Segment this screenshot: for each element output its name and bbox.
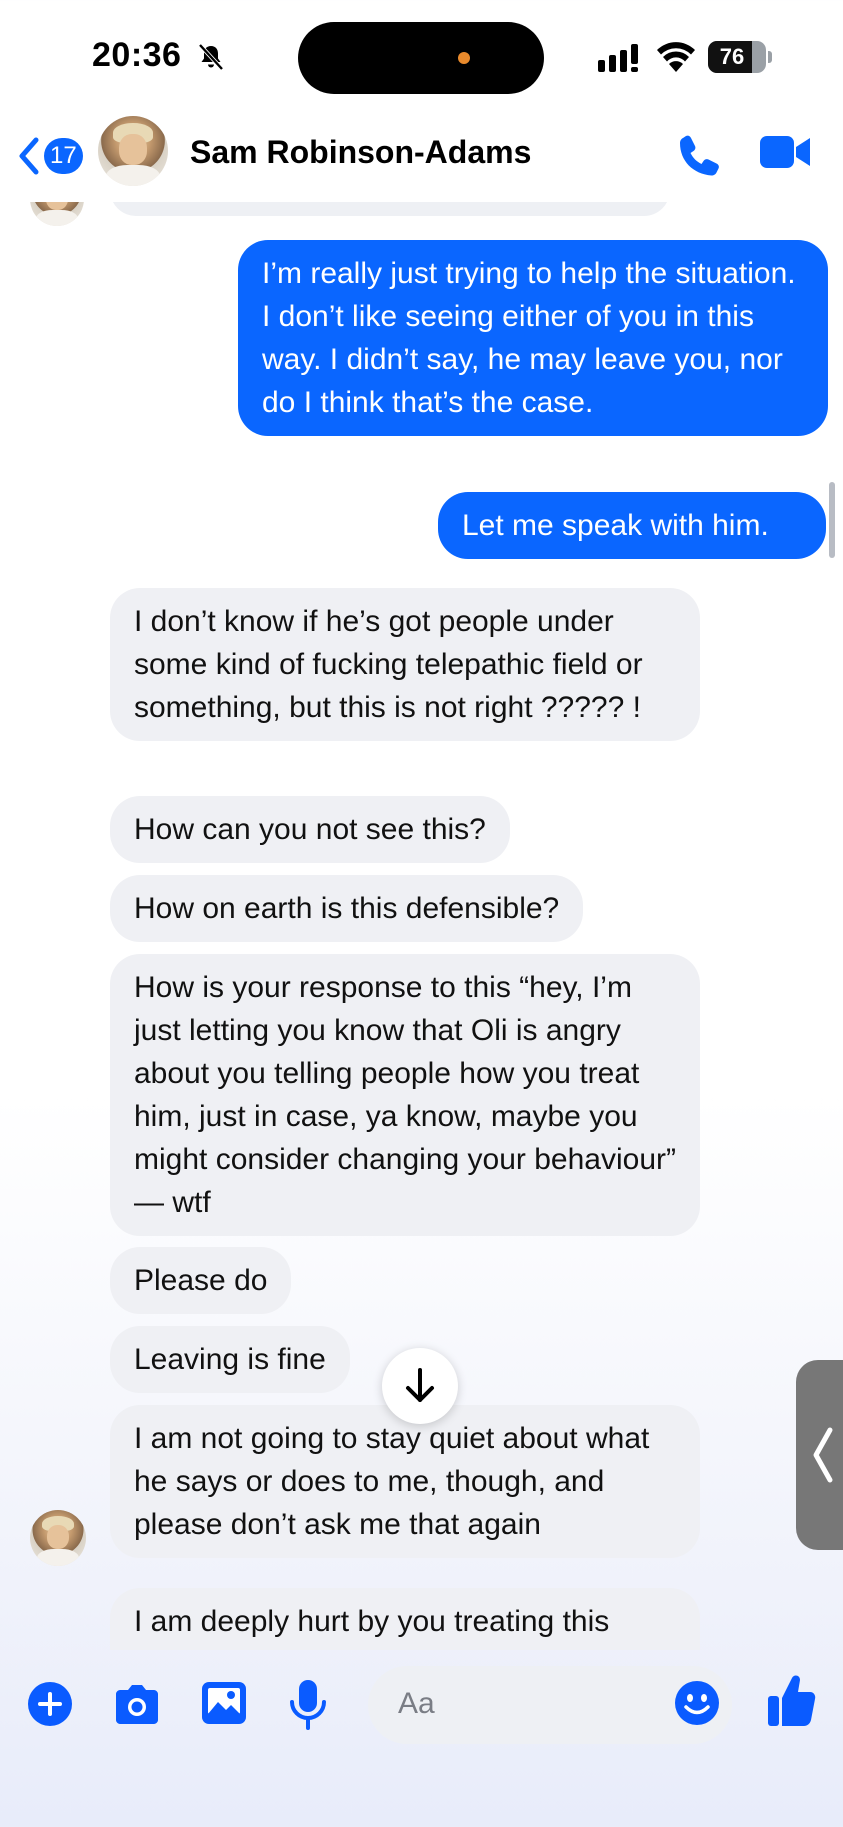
message-bubble-incoming[interactable]: How can you not see this? bbox=[110, 796, 510, 863]
wifi-icon bbox=[657, 42, 695, 72]
contact-avatar[interactable] bbox=[98, 116, 168, 186]
message-bubble-incoming[interactable]: I don’t know if he’s got people under so… bbox=[110, 588, 700, 741]
contact-name[interactable]: Sam Robinson-Adams bbox=[190, 134, 531, 171]
chevron-left-icon bbox=[19, 137, 39, 175]
battery-tip bbox=[768, 51, 772, 63]
conversation-header: 17 Sam Robinson-Adams bbox=[0, 110, 843, 202]
scroll-to-bottom-button[interactable] bbox=[382, 1348, 458, 1424]
battery-percentage: 76 bbox=[719, 44, 745, 69]
microphone-icon[interactable] bbox=[288, 1678, 328, 1732]
camera-icon[interactable] bbox=[112, 1682, 162, 1726]
message-bubble-incoming[interactable]: How on earth is this defensible? bbox=[110, 875, 584, 942]
battery-icon: 76 bbox=[708, 41, 766, 73]
camera-indicator-dot bbox=[458, 52, 470, 64]
message-input-placeholder: Aa bbox=[398, 1687, 435, 1720]
plus-icon[interactable] bbox=[28, 1682, 72, 1726]
message-bubble-incoming[interactable]: I am not going to stay quiet about what … bbox=[110, 1405, 700, 1558]
thumbs-up-icon[interactable] bbox=[766, 1672, 816, 1728]
dynamic-island bbox=[298, 22, 544, 94]
emoji-icon[interactable] bbox=[674, 1680, 720, 1726]
bell-muted-icon bbox=[198, 43, 224, 71]
phone-call-icon[interactable] bbox=[676, 132, 722, 178]
video-call-icon[interactable] bbox=[758, 132, 812, 172]
cellular-signal-icon bbox=[598, 44, 638, 72]
message-bubble-incoming[interactable]: Please do bbox=[110, 1247, 292, 1314]
message-bubble-incoming[interactable]: I am deeply hurt by you treating this bbox=[110, 1588, 700, 1650]
scroll-indicator[interactable] bbox=[829, 482, 835, 558]
side-panel-handle[interactable] bbox=[796, 1360, 843, 1550]
status-bar: 20:36 76 bbox=[0, 0, 843, 110]
gallery-icon[interactable] bbox=[200, 1680, 248, 1726]
message-bubble-outgoing[interactable]: Let me speak with him. bbox=[438, 492, 826, 559]
message-thread[interactable]: I’m really just trying to help the situa… bbox=[0, 202, 843, 1650]
message-bubble-incoming[interactable]: Leaving is fine bbox=[110, 1326, 350, 1393]
back-button[interactable]: 17 bbox=[18, 130, 88, 182]
contact-avatar-small bbox=[30, 202, 84, 226]
status-time: 20:36 bbox=[92, 36, 182, 74]
message-bubble-outgoing[interactable]: I’m really just trying to help the situa… bbox=[238, 240, 828, 436]
arrow-down-icon bbox=[406, 1368, 434, 1402]
contact-avatar-small[interactable] bbox=[30, 1510, 86, 1566]
message-bubble-incoming[interactable]: How is your response to this “hey, I’m j… bbox=[110, 954, 700, 1236]
message-composer: Aa bbox=[0, 1650, 843, 1827]
partial-message-bubble bbox=[110, 202, 670, 216]
unread-count-badge: 17 bbox=[44, 138, 83, 174]
chevron-left-icon bbox=[813, 1427, 833, 1483]
